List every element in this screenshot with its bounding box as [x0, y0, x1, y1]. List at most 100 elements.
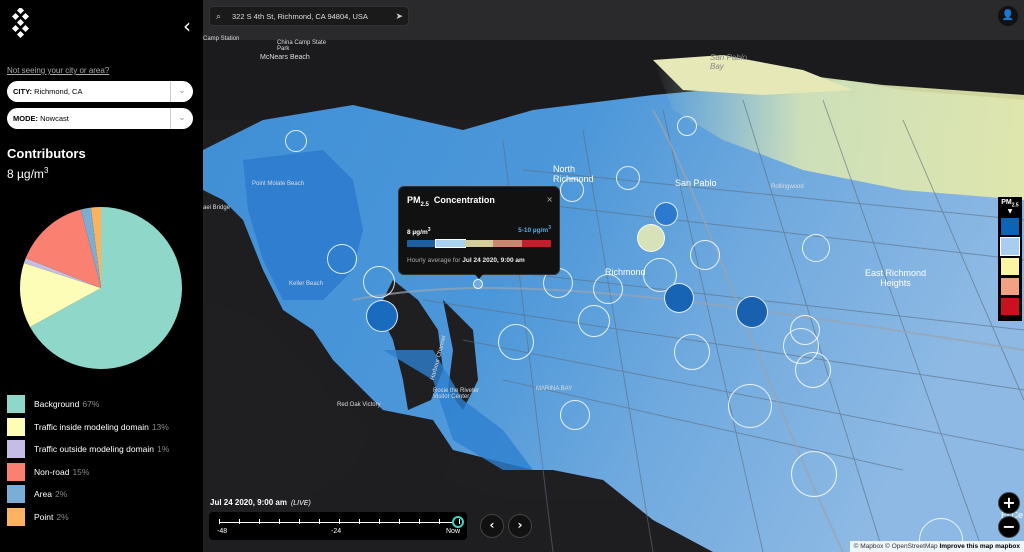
sensor-circle[interactable]: [795, 352, 831, 388]
label-san-pablo-bay: San Pablo Bay: [710, 53, 747, 71]
popup-title-pm: PM: [407, 195, 421, 205]
sensor-circle[interactable]: [637, 224, 665, 252]
label-san-pablo: San Pablo: [675, 178, 717, 188]
search-value: 322 S 4th St, Richmond, CA 94804, USA: [232, 12, 368, 21]
sensor-circle[interactable]: [593, 274, 623, 304]
mode-select[interactable]: MODE: Nowcast ⌄: [7, 108, 193, 129]
label-mcnears: McNears Beach: [260, 54, 310, 61]
legend-percent: 2%: [54, 489, 68, 499]
pm-legend[interactable]: PM2.5 ▼: [998, 197, 1022, 321]
legend-percent: 13%: [151, 421, 169, 432]
user-icon[interactable]: 👤: [998, 6, 1018, 26]
mapbox-logo: mapbox: [995, 543, 1020, 550]
sensor-circle[interactable]: [578, 305, 610, 337]
time-date: Jul 24 2020, 9:00 am: [210, 498, 287, 507]
time-tick: [279, 519, 280, 524]
legend-label: Area 2%: [34, 489, 68, 499]
sensor-circle[interactable]: [560, 400, 590, 430]
sensor-circle[interactable]: [327, 244, 357, 274]
popup-bar-segment: [434, 239, 466, 248]
legend-percent: 2%: [56, 511, 69, 522]
sensor-circle[interactable]: [560, 178, 584, 202]
location-marker[interactable]: [473, 279, 483, 289]
time-tick: [219, 519, 220, 524]
attrib-improve[interactable]: Improve this map: [939, 543, 993, 550]
sensor-circle[interactable]: [690, 240, 720, 270]
popup-color-bar: [407, 239, 551, 248]
pm-legend-swatch[interactable]: [1000, 237, 1020, 256]
zoom-in-button[interactable]: +: [998, 492, 1020, 514]
popup-hourly: Hourly average for Jul 24 2020, 9:00 am: [407, 257, 525, 264]
time-tick: [299, 519, 300, 524]
sensor-circle[interactable]: [363, 266, 395, 298]
collapse-sidebar-icon[interactable]: ‹: [183, 14, 191, 38]
sidebar: ‹ Not seeing your city or area? CITY: Ri…: [0, 0, 203, 552]
city-value: Richmond, CA: [34, 87, 83, 96]
label-east-richmond: East Richmond Heights: [865, 268, 927, 288]
app-logo-icon[interactable]: [10, 8, 34, 40]
locate-icon[interactable]: ➤: [395, 7, 403, 27]
not-seeing-city-link[interactable]: Not seeing your city or area?: [7, 66, 109, 75]
popup-tail: [473, 272, 485, 279]
contributors-value-text: 8 µg/m: [7, 167, 44, 181]
sensor-circle[interactable]: [802, 234, 830, 262]
legend-swatch: [7, 507, 25, 526]
label-bridge: ael Bridge: [203, 205, 231, 211]
sensor-circle[interactable]: [677, 116, 697, 136]
time-prev-button[interactable]: ‹: [480, 514, 504, 538]
popup-title-rest: Concentration: [433, 195, 495, 205]
time-tick: [339, 519, 340, 524]
pm-legend-swatch[interactable]: [1000, 297, 1020, 316]
popup-range-exp: 3: [548, 225, 551, 231]
zoom-out-button[interactable]: −: [998, 516, 1020, 538]
close-icon[interactable]: ×: [546, 195, 553, 204]
concentration-popup: PM2.5 Concentration × 8 µg/m3 5-10 µg/m3…: [398, 186, 560, 275]
legend-label: Non-road 15%: [34, 466, 90, 477]
city-label: CITY:: [13, 87, 33, 96]
search-input[interactable]: ⌕ 322 S 4th St, Richmond, CA 94804, USA …: [209, 6, 409, 26]
sensor-circle[interactable]: [285, 130, 307, 152]
pm-legend-swatch[interactable]: [1000, 257, 1020, 276]
time-tick: [359, 519, 360, 524]
popup-hourly-prefix: Hourly average for: [407, 257, 461, 264]
time-next-button[interactable]: ›: [508, 514, 532, 538]
pm-legend-swatch[interactable]: [1000, 217, 1020, 236]
popup-bar-segment: [493, 240, 523, 247]
popup-title-sub: 2.5: [420, 201, 429, 208]
popup-bar-segment: [407, 240, 436, 247]
popup-range: 5-10 µg/m3: [518, 225, 551, 234]
label-camp-station: Camp Station: [203, 36, 240, 42]
sensor-circle[interactable]: [366, 300, 398, 332]
attrib-mapbox[interactable]: © Mapbox: [854, 543, 884, 550]
sensor-circle[interactable]: [728, 384, 772, 428]
map[interactable]: San Pablo Bay McNears Beach Camp Station…: [203, 0, 1024, 552]
sensor-circle[interactable]: [791, 451, 837, 497]
popup-value-text: 8 µg/m: [407, 229, 428, 237]
pm-legend-swatch[interactable]: [1000, 277, 1020, 296]
time-slider[interactable]: -48 -24 Now: [209, 512, 467, 540]
sensor-circle[interactable]: [674, 334, 710, 370]
sensor-circle[interactable]: [736, 296, 768, 328]
city-select[interactable]: CITY: Richmond, CA ⌄: [7, 81, 193, 102]
label-rollingwood: Rollingwood: [771, 184, 804, 190]
sensor-circle[interactable]: [498, 324, 534, 360]
caret-down-icon: ▼: [1007, 208, 1013, 215]
popup-value: 8 µg/m3: [407, 227, 431, 236]
label-point-molate: Point Molate Beach: [252, 181, 305, 187]
time-tick: [379, 519, 380, 524]
time-slider-handle[interactable]: [452, 516, 464, 528]
sensor-circle[interactable]: [664, 283, 694, 313]
sensor-circle[interactable]: [616, 166, 640, 190]
attrib-osm[interactable]: © OpenStreetMap: [885, 543, 937, 550]
time-tick: [439, 519, 440, 524]
legend-label: Point 2%: [34, 511, 69, 522]
time-tick: [239, 519, 240, 524]
legend-label: Background 67%: [34, 399, 100, 409]
time-tick-label: -24: [331, 528, 342, 535]
mode-label: MODE:: [13, 114, 38, 123]
popup-range-text: 5-10 µg/m: [518, 227, 549, 235]
sensor-circle[interactable]: [654, 202, 678, 226]
contributors-value-exp: 3: [43, 166, 49, 175]
contributors-title: Contributors: [7, 146, 86, 161]
time-tick: [459, 519, 460, 524]
